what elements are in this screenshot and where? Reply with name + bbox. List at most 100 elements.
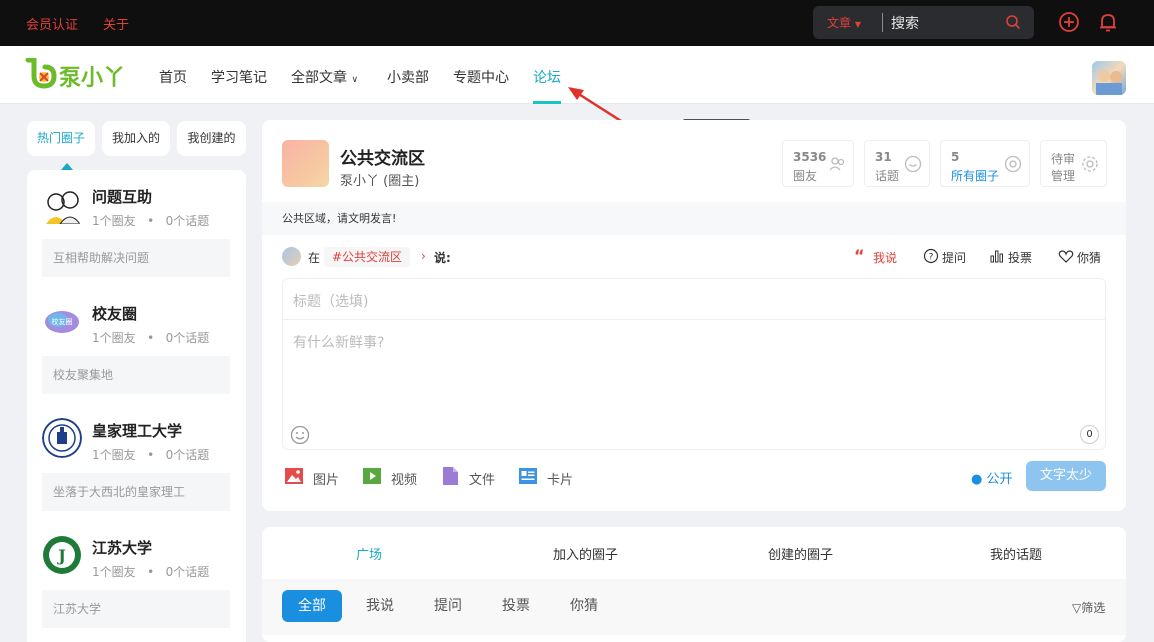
in-label: 在 — [308, 251, 321, 265]
circle-meta: 1个圈友 • 0个话题 — [92, 214, 210, 228]
top-bar: 会员认证 关于 文章 ▼ 搜索 — [0, 0, 1154, 46]
nav-notes[interactable]: 学习笔记 — [211, 67, 267, 87]
post-type-guess[interactable]: 你猜 — [1058, 249, 1101, 266]
circle-swap-icon — [1004, 155, 1022, 173]
circle-description: 坐落于大西北的皇家理工 — [42, 473, 230, 511]
circle-tag-select[interactable]: #公共交流区 — [324, 247, 411, 267]
search-divider — [882, 13, 883, 32]
post-title-input[interactable]: 标题（选填) — [293, 291, 368, 311]
feed-tab-created[interactable]: 创建的圈子 — [768, 544, 833, 563]
tool-card[interactable]: 卡片 — [519, 468, 573, 488]
filter-all[interactable]: 全部 — [282, 590, 342, 622]
search-box[interactable]: 文章 ▼ 搜索 — [813, 6, 1034, 39]
search-input[interactable]: 搜索 — [891, 13, 919, 33]
say-label: 说: — [434, 251, 451, 265]
post-body-textarea[interactable]: 有什么新鲜事? — [293, 332, 384, 352]
circle-description: 校友聚集地 — [42, 356, 230, 394]
submit-post-button[interactable]: 文字太少 — [1026, 461, 1106, 491]
circle-name: 问题互助 — [92, 188, 153, 206]
circle-description: 互相帮助解决问题 — [42, 239, 230, 277]
circle-avatar: 校友圈 — [42, 301, 82, 341]
image-icon — [285, 468, 303, 484]
logo-text: 泵小丫 — [59, 66, 126, 91]
bar-chart-icon — [990, 250, 1003, 263]
circle-name: 江苏大学 — [92, 539, 153, 557]
editor-divider — [283, 319, 1105, 320]
users-icon — [829, 157, 845, 171]
search-category-select[interactable]: 文章 ▼ — [827, 14, 861, 31]
question-icon: ? — [923, 248, 939, 264]
filter-say[interactable]: 我说 — [356, 590, 404, 622]
file-icon — [443, 467, 458, 485]
heart-icon — [1058, 250, 1074, 263]
circle-meta: 1个圈友 • 0个话题 — [92, 565, 210, 579]
active-tab-caret — [61, 163, 73, 170]
svg-text:“: “ — [854, 248, 865, 262]
search-icon[interactable] — [1005, 14, 1021, 30]
post-type-say[interactable]: “ 我说 — [854, 248, 897, 266]
nav-shop[interactable]: 小卖部 — [387, 67, 429, 87]
funnel-icon: ▽ — [1072, 601, 1082, 615]
tool-file[interactable]: 文件 — [443, 467, 495, 488]
tool-video[interactable]: 视频 — [363, 468, 417, 488]
tab-joined-circles[interactable]: 我加入的 — [102, 121, 170, 156]
nav-forum[interactable]: 论坛 — [533, 67, 561, 87]
svg-text:校友圈: 校友圈 — [52, 317, 73, 326]
nav-home[interactable]: 首页 — [159, 67, 187, 87]
circle-name: 皇家理工大学 — [92, 422, 183, 440]
member-auth-link[interactable]: 会员认证 — [26, 14, 78, 33]
circle-name: 校友圈 — [92, 305, 138, 323]
filter-question[interactable]: 提问 — [424, 590, 472, 622]
post-header: 在 #公共交流区 › 说: “ 我说 ? 提问 投票 你猜 — [282, 247, 1112, 267]
tab-created-circles[interactable]: 我创建的 — [177, 121, 246, 156]
post-type-question[interactable]: ? 提问 — [923, 248, 966, 266]
chevron-right-icon: › — [421, 249, 426, 263]
globe-icon: ● — [971, 472, 983, 487]
logo-icon — [25, 57, 57, 89]
gear-icon — [1082, 156, 1098, 172]
nav-active-indicator — [533, 101, 561, 104]
card-icon — [519, 468, 537, 484]
feed-panel: 广场 加入的圈子 创建的圈子 我的话题 全部 我说 提问 投票 你猜 ▽筛选 — [262, 527, 1126, 642]
nav-topics[interactable]: 专题中心 — [453, 67, 509, 87]
bell-icon[interactable] — [1097, 11, 1119, 33]
emoji-icon[interactable] — [290, 425, 310, 445]
feed-tab-square[interactable]: 广场 — [356, 544, 382, 563]
filter-button[interactable]: ▽筛选 — [1072, 599, 1105, 616]
video-icon — [363, 468, 381, 484]
about-link[interactable]: 关于 — [103, 14, 129, 33]
nav-all-articles[interactable]: 全部文章 ∨ — [291, 67, 358, 87]
filter-guess[interactable]: 你猜 — [560, 590, 608, 622]
feed-tab-joined[interactable]: 加入的圈子 — [553, 544, 618, 563]
user-avatar[interactable] — [1092, 61, 1126, 95]
site-logo[interactable]: 泵小丫 — [25, 57, 135, 91]
circle-avatar: J — [42, 535, 82, 575]
post-editor: 标题（选填) 有什么新鲜事? 0 — [282, 278, 1106, 450]
quote-icon: “ — [854, 248, 865, 262]
char-counter: 0 — [1080, 425, 1099, 444]
tab-hot-circles[interactable]: 热门圈子 — [27, 121, 95, 156]
chevron-down-icon: ∨ — [351, 75, 359, 85]
circle-meta: 1个圈友 • 0个话题 — [92, 448, 210, 462]
feed-tab-my-topics[interactable]: 我的话题 — [990, 544, 1042, 563]
circle-avatar — [42, 418, 82, 458]
svg-text:?: ? — [929, 253, 934, 263]
stat-all-circles[interactable]: 5 所有圈子 — [940, 140, 1030, 187]
chat-icon — [904, 155, 922, 173]
svg-text:J: J — [56, 546, 66, 565]
filter-vote[interactable]: 投票 — [492, 590, 540, 622]
stat-manage[interactable]: 待审 管理 — [1040, 140, 1107, 187]
circle-list: 问题互助 1个圈友 • 0个话题 互相帮助解决问题 校友圈 校友圈 1个圈友 •… — [27, 170, 246, 642]
stat-topics[interactable]: 31 话题 — [864, 140, 930, 187]
tool-image[interactable]: 图片 — [285, 468, 339, 488]
stat-members[interactable]: 3536 圈友 — [782, 140, 854, 187]
circle-panel: 公共交流区 泵小丫 (圈主) 3536 圈友 31 话题 5 所有圈子 待审 管… — [262, 120, 1126, 511]
circle-title: 公共交流区 — [340, 149, 425, 169]
chevron-down-icon: ▼ — [854, 20, 861, 29]
circle-meta: 1个圈友 • 0个话题 — [92, 331, 210, 345]
plus-circle-icon[interactable] — [1058, 11, 1080, 33]
post-type-vote[interactable]: 投票 — [990, 249, 1032, 266]
visibility-toggle[interactable]: ● 公开 — [971, 468, 1013, 487]
circle-description: 江苏大学 — [42, 590, 230, 628]
circle-owner: 泵小丫 (圈主) — [340, 174, 420, 189]
